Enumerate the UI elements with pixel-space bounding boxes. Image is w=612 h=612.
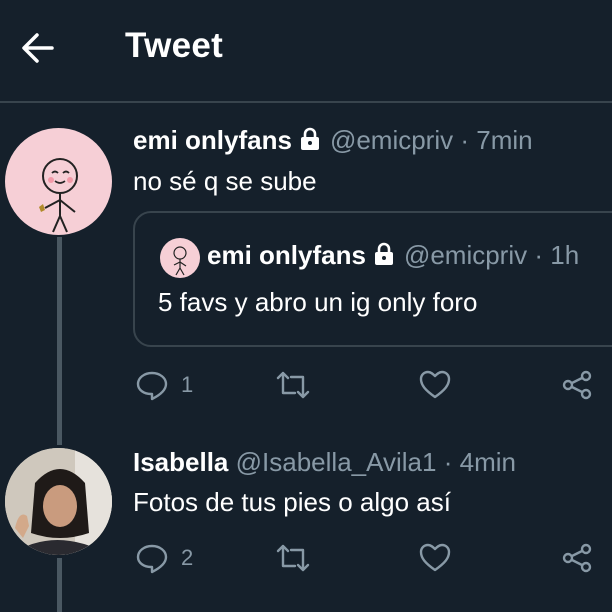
quoted-handle: @emicpriv (403, 240, 528, 270)
lock-icon (374, 242, 393, 265)
display-name[interactable]: Isabella (133, 447, 228, 477)
retweet-button[interactable] (273, 538, 313, 578)
reply-icon (136, 544, 168, 574)
reply-icon (136, 371, 168, 401)
share-button[interactable] (560, 538, 594, 578)
separator-dot: · (443, 447, 453, 477)
separator-dot: · (534, 240, 544, 270)
quoted-timestamp: 1h (550, 240, 580, 270)
retweet-button[interactable] (273, 365, 313, 405)
reply-button[interactable]: 1 (135, 365, 193, 405)
quoted-avatar (160, 238, 200, 278)
retweet-icon (276, 371, 310, 399)
like-icon (419, 370, 451, 399)
display-name[interactable]: emi onlyfans (133, 125, 292, 155)
thread-line (57, 558, 62, 612)
stick-figure-drawing (39, 158, 78, 233)
like-icon (419, 543, 451, 572)
back-arrow-icon[interactable] (18, 28, 58, 68)
tweet-header: emi onlyfans @emicpriv · 7min (133, 125, 533, 156)
page-title: Tweet (125, 26, 224, 65)
reply-count: 2 (181, 545, 194, 570)
quoted-header: emi onlyfans @emicpriv · 1h (207, 240, 579, 271)
stick-figure-drawing (173, 246, 187, 276)
tweet-actions: 1 (135, 365, 605, 405)
quoted-text: 5 favs y abro un ig only foro (158, 287, 478, 317)
like-button[interactable] (418, 538, 452, 578)
avatar[interactable] (5, 448, 112, 555)
like-button[interactable] (418, 365, 452, 405)
retweet-icon (276, 544, 310, 572)
avatar[interactable] (5, 128, 112, 235)
header-divider (0, 101, 612, 103)
handle[interactable]: @emicpriv (330, 125, 453, 155)
reply-actions: 2 (135, 538, 605, 578)
share-icon (562, 370, 592, 400)
top-bar: Tweet (0, 0, 612, 100)
separator-dot: · (460, 125, 470, 155)
thread-line (57, 237, 62, 445)
timestamp[interactable]: 4min (460, 447, 516, 477)
timestamp[interactable]: 7min (476, 125, 532, 155)
handle[interactable]: @Isabella_Avila1 (236, 447, 437, 477)
lock-icon (300, 127, 319, 150)
share-button[interactable] (560, 365, 594, 405)
reply-header: Isabella @Isabella_Avila1 · 4min (133, 447, 516, 478)
quoted-display-name: emi onlyfans (207, 240, 366, 270)
profile-photo (5, 448, 112, 555)
share-icon (562, 543, 592, 573)
tweet-text: no sé q se sube (133, 166, 317, 196)
reply-count: 1 (181, 372, 194, 397)
quoted-tweet[interactable]: emi onlyfans @emicpriv · 1h 5 favs y abro… (133, 211, 612, 347)
reply-text: Fotos de tus pies o algo así (133, 487, 451, 517)
reply-button[interactable]: 2 (135, 538, 193, 578)
